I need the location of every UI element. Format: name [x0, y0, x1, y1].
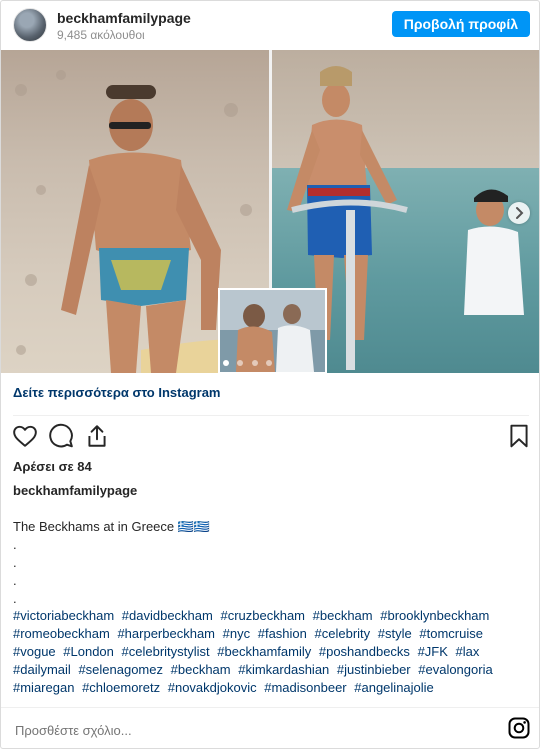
hashtag-link[interactable]: #romeobeckham	[13, 626, 110, 641]
carousel-dots	[223, 353, 276, 366]
caption-dot-line: .	[13, 591, 17, 606]
instagram-icon[interactable]	[507, 716, 531, 740]
hashtag-list: #victoriabeckham #davidbeckham #cruzbeck…	[13, 607, 529, 697]
post-actions	[1, 423, 539, 453]
hashtag-link[interactable]: #vogue	[13, 644, 56, 659]
hashtag-link[interactable]: #evalongoria	[418, 662, 492, 677]
hashtag-link[interactable]: #justinbieber	[337, 662, 411, 677]
caption-dot-line: .	[13, 555, 17, 570]
heart-icon[interactable]	[12, 423, 38, 449]
caption-line: The Beckhams at in Greece 🇬🇷🇬🇷	[13, 519, 211, 534]
post-header: beckhamfamilypage 9,485 ακόλουθοι Προβολ…	[1, 1, 539, 47]
caption-dot-line: .	[13, 537, 17, 552]
next-arrow-button[interactable]	[508, 202, 530, 224]
post-media[interactable]	[1, 50, 539, 373]
hashtag-link[interactable]: #beckhamfamily	[217, 644, 311, 659]
hashtag-link[interactable]: #angelinajolie	[354, 680, 434, 695]
bookmark-icon[interactable]	[506, 423, 532, 449]
divider	[13, 415, 529, 416]
hashtag-link[interactable]: #selenagomez	[78, 662, 163, 677]
hashtag-link[interactable]: #novakdjokovic	[168, 680, 257, 695]
caption-username[interactable]: beckhamfamilypage	[13, 483, 137, 498]
hashtag-link[interactable]: #cruzbeckham	[220, 608, 305, 623]
username[interactable]: beckhamfamilypage	[57, 10, 191, 26]
hashtag-link[interactable]: #chloemoretz	[82, 680, 160, 695]
hashtag-link[interactable]: #London	[63, 644, 114, 659]
hashtag-link[interactable]: #harperbeckham	[117, 626, 215, 641]
hashtag-link[interactable]: #tomcruise	[419, 626, 483, 641]
hashtag-link[interactable]: #fashion	[258, 626, 307, 641]
hashtag-link[interactable]: #madisonbeer	[264, 680, 346, 695]
caption-dot-line: .	[13, 573, 17, 588]
follower-count: 9,485 ακόλουθοι	[57, 28, 145, 42]
hashtag-link[interactable]: #miaregan	[13, 680, 74, 695]
hashtag-link[interactable]: #kimkardashian	[238, 662, 329, 677]
hashtag-link[interactable]: #poshandbecks	[319, 644, 410, 659]
instagram-embed-card: beckhamfamilypage 9,485 ακόλουθοι Προβολ…	[0, 0, 540, 749]
hashtag-link[interactable]: #nyc	[223, 626, 250, 641]
hashtag-link[interactable]: #celebritystylist	[122, 644, 210, 659]
view-profile-button[interactable]: Προβολή προφίλ	[391, 11, 530, 37]
avatar[interactable]	[13, 8, 47, 42]
hashtag-link[interactable]: #dailymail	[13, 662, 71, 677]
comment-icon[interactable]	[48, 423, 74, 449]
comment-input[interactable]	[13, 717, 487, 743]
hashtag-link[interactable]: #davidbeckham	[122, 608, 213, 623]
see-more-on-instagram-link[interactable]: Δείτε περισσότερα στο Instagram	[13, 385, 221, 400]
like-count[interactable]: Αρέσει σε 84	[13, 459, 92, 474]
hashtag-link[interactable]: #JFK	[418, 644, 448, 659]
hashtag-link[interactable]: #brooklynbeckham	[380, 608, 489, 623]
hashtag-link[interactable]: #beckham	[313, 608, 373, 623]
hashtag-link[interactable]: #beckham	[171, 662, 231, 677]
hashtag-link[interactable]: #victoriabeckham	[13, 608, 114, 623]
hashtag-link[interactable]: #lax	[456, 644, 480, 659]
hashtag-link[interactable]: #celebrity	[315, 626, 371, 641]
carousel-dot[interactable]	[251, 360, 258, 366]
share-icon[interactable]	[84, 423, 110, 449]
caption-text: The Beckhams at in Greece 🇬🇷🇬🇷 . . . .	[13, 518, 529, 608]
hashtag-link[interactable]: #style	[378, 626, 412, 641]
divider	[1, 707, 539, 708]
carousel-dot-active[interactable]	[223, 360, 229, 366]
chevron-right-icon	[516, 207, 524, 219]
